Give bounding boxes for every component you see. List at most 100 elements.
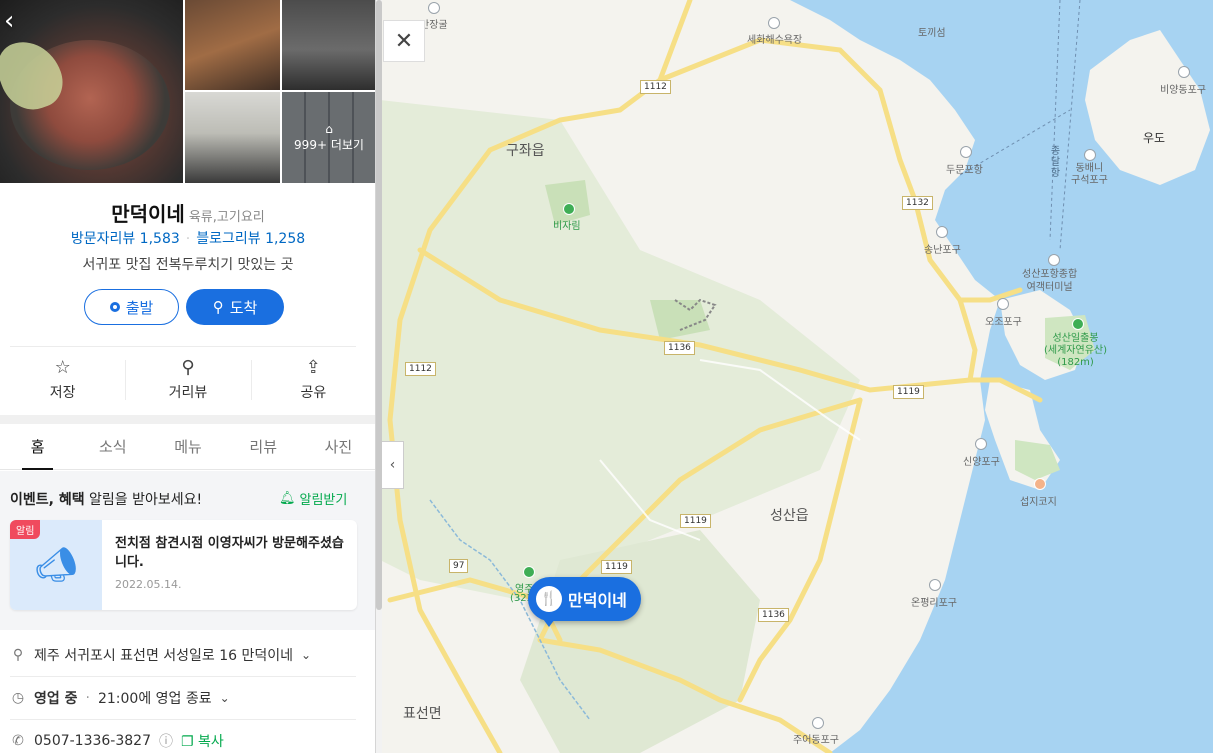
port-icon	[929, 579, 941, 591]
map-label-seopji[interactable]: 섭지코지	[1020, 493, 1057, 508]
map-label-jongdal: 종달항	[1048, 145, 1059, 178]
tab-bar: 홈 소식 메뉴 리뷰 사진	[0, 424, 375, 470]
photo-more[interactable]: ⌂ 999+ 더보기	[282, 92, 375, 183]
map-label-dumun[interactable]: 두문포항	[946, 161, 983, 176]
collapse-panel-button[interactable]: ‹	[382, 441, 404, 489]
start-button[interactable]: 출발	[84, 289, 179, 325]
separator-dot: ·	[185, 231, 191, 247]
close-icon: ✕	[394, 28, 414, 54]
start-label: 출발	[125, 298, 154, 317]
marker-tail	[543, 619, 555, 627]
map-label-sehwa[interactable]: 세화해수욕장	[747, 31, 802, 46]
port-icon	[936, 226, 948, 238]
street-view-button[interactable]: ⚲ 거리뷰	[125, 350, 250, 410]
place-category: 육류,고기요리	[188, 210, 265, 225]
beach-icon	[768, 17, 780, 29]
visitor-review-link[interactable]: 방문자리뷰 1,583	[71, 231, 180, 247]
clock-icon: ◷	[11, 690, 25, 706]
photo-thumb[interactable]	[185, 0, 280, 90]
share-icon: ⇪	[305, 357, 321, 378]
close-map-button[interactable]: ✕	[383, 20, 425, 62]
ferry-icon	[1048, 254, 1060, 266]
copy-label: 복사	[198, 734, 224, 750]
photo-thumb[interactable]	[282, 0, 375, 90]
map-label-sinyang[interactable]: 신양포구	[963, 453, 1000, 468]
tab-home[interactable]: 홈	[0, 424, 75, 470]
place-marker[interactable]: 🍴 만덕이네	[528, 577, 641, 621]
save-label: 저장	[49, 385, 76, 401]
address-row[interactable]: ⚲ 제주 서귀포시 표선면 서성일로 16 만덕이네 ⌄	[10, 634, 356, 676]
map-label-biyang[interactable]: 비양동포구	[1160, 81, 1206, 96]
street-view-label: 거리뷰	[168, 385, 208, 401]
road-number: 1112	[405, 362, 436, 376]
hours-text: 21:00에 영업 종료	[97, 691, 212, 707]
road-number: 1119	[601, 560, 632, 574]
map-label-jueodong[interactable]: 주어동포구	[793, 731, 839, 746]
road-number: 1136	[664, 341, 695, 355]
chevron-down-icon: ⌄	[219, 691, 230, 705]
copy-icon: ❐	[181, 734, 194, 750]
blog-review-link[interactable]: 블로그리뷰 1,258	[196, 231, 305, 247]
map-label-ojo[interactable]: 오조포구	[985, 313, 1022, 328]
mountain-icon	[523, 566, 535, 578]
hours-row[interactable]: ◷ 영업 중 · 21:00에 영업 종료 ⌄	[10, 677, 356, 719]
port-icon	[1178, 66, 1190, 78]
photo-main[interactable]	[0, 0, 183, 183]
chevron-left-icon: ‹	[4, 6, 15, 36]
place-name: 만덕이네	[111, 202, 185, 226]
review-links: 방문자리뷰 1,583 · 블로그리뷰 1,258	[0, 228, 375, 248]
restaurant-icon: 🍴	[536, 586, 562, 612]
map-label-seongsan: 성산읍	[770, 508, 809, 524]
port-icon	[812, 717, 824, 729]
landmark-icon	[1034, 478, 1046, 490]
share-button[interactable]: ⇪ 공유	[250, 350, 375, 410]
scrollbar-thumb[interactable]	[376, 0, 382, 610]
tab-photo[interactable]: 사진	[301, 424, 375, 469]
back-button[interactable]: ‹	[4, 8, 14, 34]
location-pin-icon: ⚲	[181, 357, 195, 378]
event-card[interactable]: 📣︎ 알림 전치점 참견시점 이영자씨가 방문해주셨습니다. 2022.05.1…	[10, 520, 357, 610]
road-number: 1132	[902, 196, 933, 210]
map-label-seongsanport[interactable]: 성산포항종합 여객터미널	[1022, 268, 1077, 294]
tab-review[interactable]: 리뷰	[226, 424, 301, 469]
map-label-ilchulbong[interactable]: 성산일출봉 (세계자연유산) (182m)	[1044, 333, 1107, 369]
photo-thumb[interactable]	[185, 92, 280, 183]
map-label-guja: 구좌읍	[506, 143, 545, 159]
megaphone-icon: 📣︎	[34, 545, 78, 585]
place-detail-panel: ⌂ 999+ 더보기 ‹ 만덕이네 육류,고기요리 방문자리뷰 1,583 · 블로그…	[0, 0, 376, 753]
section-gap	[0, 415, 375, 424]
port-icon	[960, 146, 972, 158]
origin-icon	[109, 302, 120, 312]
save-button[interactable]: ☆ 저장	[0, 350, 125, 410]
photo-more-overlay: ⌂ 999+ 더보기	[282, 92, 375, 183]
event-section: 이벤트, 혜택 알림을 받아보세요! 🔔︎ 알림받기 📣︎ 알림 전치점 참견시…	[0, 471, 375, 630]
map-label-tokki[interactable]: 토끼섬	[918, 24, 946, 39]
map-label-dongbaeni[interactable]: 동배니 구석포구	[1071, 163, 1108, 187]
chevron-down-icon: ⌄	[301, 648, 312, 662]
arrive-button[interactable]: ⚲ 도착	[186, 289, 284, 325]
subscribe-button[interactable]: 🔔︎ 알림받기	[279, 489, 347, 508]
place-title-row: 만덕이네 육류,고기요리	[0, 198, 375, 227]
map-label-onpyeong[interactable]: 온평리포구	[911, 594, 957, 609]
map-label-bijarim[interactable]: 비자림	[553, 217, 581, 232]
event-heading: 이벤트, 혜택 알림을 받아보세요!	[10, 489, 202, 509]
tab-news[interactable]: 소식	[75, 424, 150, 469]
map-label-pyoseon: 표선면	[403, 706, 442, 722]
phone-icon: ✆	[12, 733, 24, 749]
map-label-songnan[interactable]: 송난포구	[924, 241, 961, 256]
location-pin-icon: ⚲	[212, 298, 224, 316]
road-number: 1119	[893, 385, 924, 399]
photo-gallery[interactable]: ⌂ 999+ 더보기 ‹	[0, 0, 375, 183]
phone-number[interactable]: 0507-1336-3827	[34, 733, 151, 749]
copy-button[interactable]: ❐ 복사	[181, 731, 224, 751]
tab-menu[interactable]: 메뉴	[150, 424, 225, 469]
map-label-udo[interactable]: 우도	[1143, 129, 1165, 146]
place-description: 서귀포 맛집 전복두루치기 맛있는 곳	[82, 257, 294, 273]
panel-scrollbar[interactable]	[376, 0, 382, 753]
arrive-label: 도착	[229, 298, 258, 317]
road-number: 1119	[680, 514, 711, 528]
info-icon[interactable]: ⓘ	[159, 731, 173, 751]
share-label: 공유	[300, 385, 327, 401]
camera-icon: ⌂	[325, 122, 333, 136]
event-heading-rest: 알림을 받아보세요!	[84, 492, 203, 508]
